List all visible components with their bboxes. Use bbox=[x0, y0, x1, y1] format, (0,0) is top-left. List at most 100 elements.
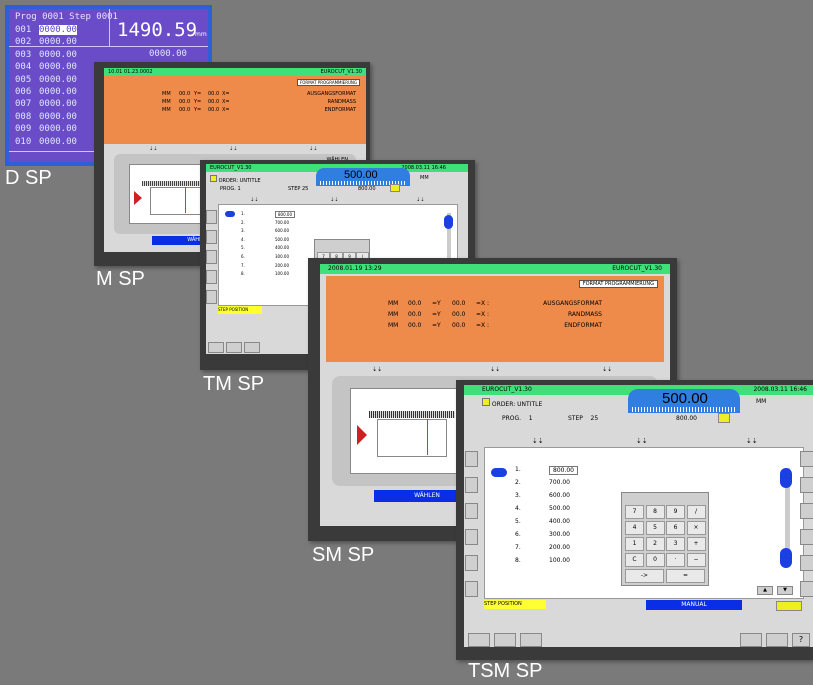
grid-icon[interactable] bbox=[208, 342, 224, 353]
msp-y-value: 00.0 bbox=[179, 99, 191, 105]
keypad-key[interactable]: 9 bbox=[666, 505, 685, 519]
smsp-x-value: 00.0 bbox=[408, 322, 422, 329]
page-up-icon[interactable]: ▲ bbox=[757, 586, 773, 595]
tool-icon[interactable] bbox=[800, 503, 813, 519]
keypad-key[interactable]: C bbox=[625, 553, 644, 567]
scroll-thumb-icon[interactable] bbox=[444, 215, 453, 229]
list-item-value[interactable]: 500.00 bbox=[275, 237, 289, 242]
keypad-key[interactable]: 6 bbox=[666, 521, 685, 535]
list-item-value[interactable]: 700.00 bbox=[549, 479, 570, 486]
tool-icon[interactable] bbox=[206, 270, 217, 284]
tsmsp-mode-button[interactable]: MANUAL bbox=[646, 600, 742, 610]
tool-icon[interactable] bbox=[465, 581, 478, 597]
tool-icon[interactable] bbox=[465, 555, 478, 571]
grid-icon[interactable] bbox=[468, 633, 490, 647]
scroll-up-icon[interactable] bbox=[780, 468, 792, 488]
smsp-x-value: 00.0 bbox=[408, 300, 422, 307]
lock-icon[interactable] bbox=[718, 413, 730, 423]
settings-icon[interactable] bbox=[766, 633, 788, 647]
smsp-x-eq: =X : bbox=[476, 311, 490, 318]
msp-y-value: 00.0 bbox=[179, 91, 191, 97]
dsp-row-number: 002 bbox=[15, 37, 32, 48]
keypad-key[interactable]: 4 bbox=[625, 521, 644, 535]
grid-icon[interactable] bbox=[494, 633, 516, 647]
tsmsp-keypad: 7 8 9/ 4 5 6 × 1 2 3 + C 0 · − -> = bbox=[621, 492, 709, 586]
keypad-key[interactable]: 7 bbox=[625, 505, 644, 519]
help-icon[interactable]: ? bbox=[792, 633, 810, 647]
keypad-key[interactable]: 5 bbox=[645, 521, 665, 535]
keypad-key[interactable]: 1 bbox=[625, 537, 644, 551]
list-item-value[interactable]: 600.00 bbox=[549, 492, 570, 499]
tool-icon[interactable] bbox=[800, 581, 813, 597]
smsp-y-eq: =Y bbox=[432, 300, 441, 307]
keypad-key[interactable]: / bbox=[686, 505, 706, 519]
list-item-value[interactable]: 400.00 bbox=[549, 518, 570, 525]
dsp-row-number: 004 bbox=[15, 62, 32, 73]
tool-icon[interactable] bbox=[465, 477, 478, 493]
list-item-value[interactable]: 100.00 bbox=[275, 271, 289, 276]
dsp-row-value[interactable]: 0000.00 bbox=[39, 25, 77, 35]
smsp-unit: MM bbox=[388, 300, 399, 307]
smsp-row-label: ENDFORMAT bbox=[564, 322, 602, 329]
dsp-row-value: 0000.00 bbox=[39, 87, 77, 97]
list-item-value[interactable]: 500.00 bbox=[549, 505, 570, 512]
tool-icon[interactable] bbox=[465, 529, 478, 545]
dsp-row-number: 001 bbox=[15, 25, 32, 35]
list-item-value[interactable]: 800.00 bbox=[275, 211, 295, 218]
list-item-number: 5. bbox=[241, 245, 245, 251]
list-item-number: 6. bbox=[515, 531, 521, 538]
list-item-number: 3. bbox=[241, 228, 245, 234]
list-item-value[interactable]: 400.00 bbox=[275, 245, 289, 250]
tool-icon[interactable] bbox=[800, 529, 813, 545]
settings-icon[interactable] bbox=[740, 633, 762, 647]
keypad-key[interactable]: × bbox=[686, 521, 706, 535]
dsp-row-number: 009 bbox=[15, 124, 32, 135]
scroll-down-icon[interactable] bbox=[780, 548, 792, 568]
smsp-y-value: 00.0 bbox=[452, 311, 466, 318]
list-item-value[interactable]: 600.00 bbox=[275, 228, 289, 233]
list-item-number: 6. bbox=[241, 254, 245, 259]
list-item-value[interactable]: 300.00 bbox=[549, 531, 570, 538]
msp-header: 10.01 01.23.0002 EUROCUT_V1.30 bbox=[104, 68, 366, 76]
keypad-key[interactable]: 3 bbox=[666, 537, 685, 551]
arrow-icon bbox=[225, 211, 235, 217]
smsp-unit: MM bbox=[388, 322, 399, 329]
tool-icon[interactable] bbox=[206, 250, 217, 264]
grid-icon[interactable] bbox=[520, 633, 542, 647]
keypad-key[interactable]: 2 bbox=[645, 537, 665, 551]
grid-icon[interactable] bbox=[244, 342, 260, 353]
keypad-key[interactable]: 8 bbox=[645, 505, 665, 519]
msp-unit: MM bbox=[162, 99, 171, 105]
list-item-number: 1. bbox=[515, 466, 521, 473]
list-item-value[interactable]: 700.00 bbox=[275, 220, 289, 225]
tool-icon[interactable] bbox=[206, 210, 217, 224]
keypad-key[interactable]: · bbox=[666, 553, 685, 567]
msp-row-label: RANDMASS bbox=[327, 99, 356, 105]
list-item-value[interactable]: 300.00 bbox=[275, 254, 289, 259]
list-item-number: 4. bbox=[515, 505, 521, 512]
tool-icon[interactable] bbox=[206, 290, 217, 304]
grid-icon[interactable] bbox=[226, 342, 242, 353]
smsp-y-eq: =Y bbox=[432, 311, 441, 318]
smsp-unit: MM bbox=[388, 311, 399, 318]
tool-icon[interactable] bbox=[206, 230, 217, 244]
list-item-value[interactable]: 100.00 bbox=[549, 557, 570, 564]
list-item-value[interactable]: 800.00 bbox=[549, 466, 578, 475]
keypad-key[interactable]: 0 bbox=[645, 553, 665, 567]
tool-icon[interactable] bbox=[800, 477, 813, 493]
list-item-value[interactable]: 200.00 bbox=[549, 544, 570, 551]
keypad-key[interactable]: -> bbox=[625, 569, 664, 583]
tool-icon[interactable] bbox=[465, 503, 478, 519]
page-down-icon[interactable]: ▼ bbox=[777, 586, 793, 595]
tool-icon[interactable] bbox=[800, 451, 813, 467]
list-item-value[interactable]: 200.00 bbox=[275, 263, 289, 268]
tool-icon[interactable] bbox=[465, 451, 478, 467]
keypad-key[interactable]: = bbox=[666, 569, 705, 583]
keypad-key[interactable]: − bbox=[686, 553, 706, 567]
keypad-key[interactable]: + bbox=[686, 537, 706, 551]
smsp-y-eq: =Y bbox=[432, 322, 441, 329]
msp-y-label: Y= bbox=[194, 99, 202, 105]
tool-icon[interactable] bbox=[800, 555, 813, 571]
caption-tmsp: TM SP bbox=[203, 373, 265, 395]
smsp-x-eq: =X : bbox=[476, 322, 490, 329]
